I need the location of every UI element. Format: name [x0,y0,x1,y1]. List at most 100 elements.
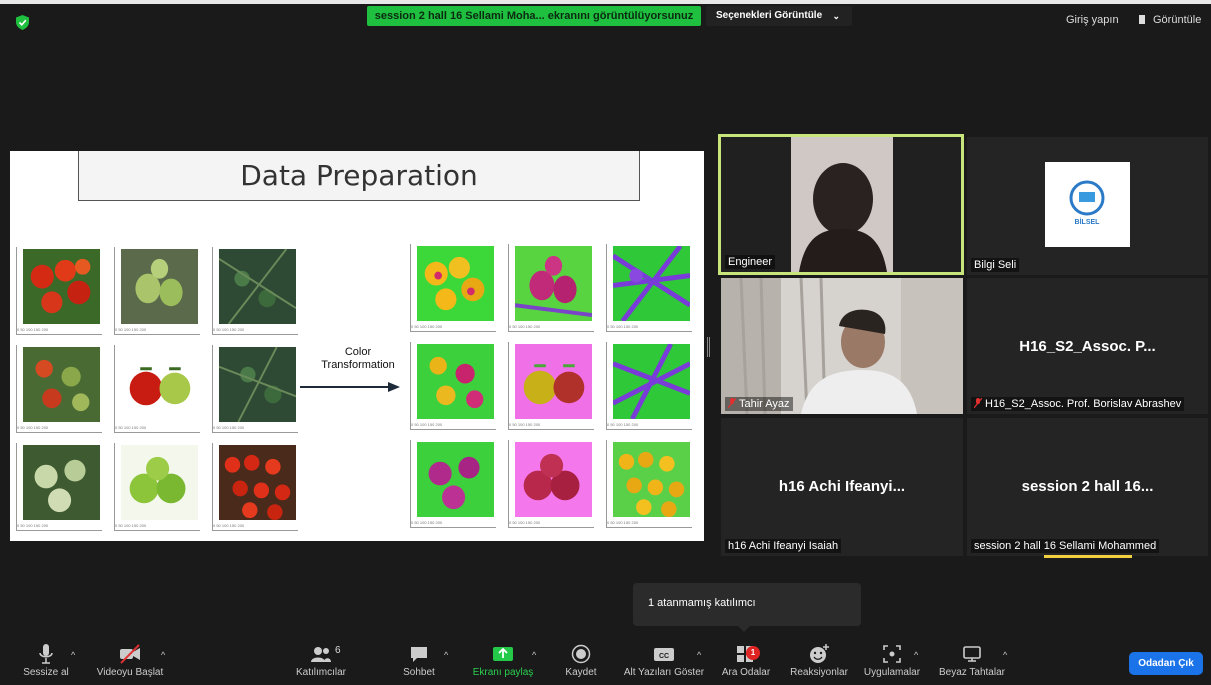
view-button[interactable]: Görüntüle [1139,14,1201,26]
tomato-image [23,445,100,520]
participants-count: 6 [335,645,341,656]
participant-logo: BİLSEL [1045,162,1130,247]
apps-button[interactable]: Uygulamalar [860,637,924,685]
microphone-icon [39,644,53,664]
participant-name-text: Tahir Ayaz [739,398,790,410]
axis-ticks: 0 50 100 150 200 [115,425,147,430]
participant-video [721,278,963,414]
image-tile: 0 50 100 150 200 [410,244,496,332]
slide-title: Data Preparation [240,159,478,192]
participants-button[interactable]: Katılımcılar [290,637,352,685]
tomato-image [121,249,198,324]
view-options-label: Seçenekleri Görüntüle [716,10,823,21]
tomato-image [219,249,296,324]
whiteboards-button[interactable]: Beyaz Tahtalar [936,637,1008,685]
screen-share-banner: session 2 hall 16 Sellami Moha... ekranı… [367,6,701,26]
axis-ticks: 0 50 100 150 200 [411,422,443,427]
axis-ticks: 0 50 100 150 200 [607,520,639,525]
record-label: Kaydet [565,667,597,678]
participant-name: Tahir Ayaz [725,397,793,411]
image-tile: 0 50 100 150 200 [410,342,496,430]
view-button-label: Görüntüle [1153,14,1202,26]
mic-muted-icon [728,398,736,408]
video-tile-tahir-ayaz[interactable]: Tahir Ayaz [721,278,963,414]
smiley-plus-icon [810,644,829,663]
whiteboards-label: Beyaz Tahtalar [939,667,1005,678]
video-tile-bilgi-seli[interactable]: BİLSEL Bilgi Seli [967,137,1208,275]
chevron-up-icon[interactable]: ^ [914,650,918,660]
chevron-up-icon[interactable]: ^ [697,650,701,660]
reactions-label: Reaksiyonlar [790,667,848,678]
leave-meeting-button[interactable]: Odadan Çık [1129,652,1203,675]
axis-ticks: 0 50 100 150 200 [411,324,443,329]
transformed-image [515,442,592,517]
breakout-tooltip: 1 atanmamış katılımcı [633,583,861,632]
participant-name: h16 Achi Ifeanyi Isaiah [725,539,842,553]
chat-label: Sohbet [403,667,435,678]
mute-label: Sessize al [23,667,69,678]
axis-ticks: 0 50 100 150 200 [213,425,245,430]
reactions-button[interactable]: Reaksiyonlar [787,637,851,685]
transformed-image [613,246,690,321]
tomato-image [121,347,198,422]
transformed-image [417,344,494,419]
video-tile-achi-ifeanyi[interactable]: h16 Achi Ifeanyi... h16 Achi Ifeanyi Isa… [721,418,963,556]
chevron-up-icon[interactable]: ^ [532,650,536,660]
image-tile: 0 50 100 150 200 [114,247,200,335]
participant-name-text: H16_S2_Assoc. Prof. Borislav Abrashev [985,398,1182,410]
captions-button[interactable]: CC Alt Yazıları Göster [622,637,706,685]
transformed-image [613,344,690,419]
participant-name: Bilgi Seli [971,258,1020,272]
chat-bubble-icon [411,647,427,662]
meeting-toolbar: Sessize al ^ Videoyu Başlat ^ Katılımcıl… [0,637,1211,685]
video-tile-sellami-mohammed[interactable]: session 2 hall 16... session 2 hall 16 S… [967,418,1208,556]
chevron-up-icon[interactable]: ^ [1003,650,1007,660]
video-tile-engineer[interactable]: Engineer [718,134,964,275]
breakout-badge: 1 [746,646,760,660]
original-images-grid: 0 50 100 150 200 0 50 100 150 200 0 50 1… [16,247,298,531]
view-options-button[interactable]: Seçenekleri Görüntüle ⌄ [706,6,852,26]
sign-in-link[interactable]: Giriş yapın [1066,14,1119,26]
tomato-image [23,249,100,324]
image-tile: 0 50 100 150 200 [508,440,594,528]
image-tile: 0 50 100 150 200 [16,443,102,531]
color-transformation-label: Color Transformation [310,346,406,372]
share-screen-label: Ekranı paylaş [472,667,534,678]
image-tile: 0 50 100 150 200 [606,244,692,332]
active-speaker-indicator [1044,555,1132,558]
image-tile: 0 50 100 150 200 [114,345,200,433]
share-screen-button[interactable]: Ekranı paylaş [470,637,536,685]
transformed-image [417,246,494,321]
axis-ticks: 0 50 100 150 200 [115,327,147,332]
axis-ticks: 0 50 100 150 200 [17,425,49,430]
chevron-up-icon[interactable]: ^ [71,650,75,660]
axis-ticks: 0 50 100 150 200 [213,327,245,332]
image-tile: 0 50 100 150 200 [114,443,200,531]
chevron-up-icon[interactable]: ^ [444,650,448,660]
panel-resize-handle[interactable] [707,337,710,357]
axis-ticks: 0 50 100 150 200 [509,324,541,329]
tomato-image [219,445,296,520]
image-tile: 0 50 100 150 200 [212,247,298,335]
layout-icon [1139,15,1148,24]
transformed-image [613,442,690,517]
participant-display-name: h16 Achi Ifeanyi... [778,478,906,495]
participant-video [791,137,893,272]
chevron-up-icon[interactable]: ^ [161,650,165,660]
shield-icon[interactable] [16,15,29,30]
captions-label: Alt Yazıları Göster [623,667,705,678]
breakout-rooms-button[interactable]: 1 Ara Odalar [720,637,772,685]
logo-text: BİLSEL [1075,218,1101,226]
image-tile: 0 50 100 150 200 [410,440,496,528]
record-button[interactable]: Kaydet [561,637,601,685]
video-tile-borislav-abrashev[interactable]: H16_S2_Assoc. P... H16_S2_Assoc. Prof. B… [967,278,1208,414]
cc-text: CC [659,653,669,660]
start-video-button[interactable]: Videoyu Başlat [92,637,168,685]
tomato-image [219,347,296,422]
chat-button[interactable]: Sohbet [398,637,440,685]
chevron-down-icon: ⌄ [832,11,840,21]
shared-screen-slide: Data Preparation 0 50 100 150 200 0 50 1… [10,151,704,541]
apps-icon [883,645,901,663]
whiteboard-icon [963,646,981,662]
mute-button[interactable]: Sessize al [20,637,72,685]
